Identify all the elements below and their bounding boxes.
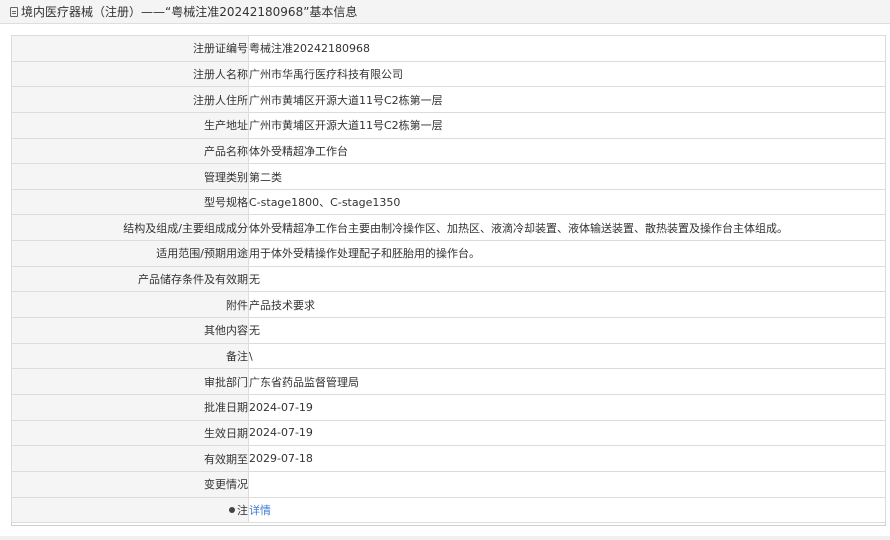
row-label: 注册人住所: [11, 86, 249, 113]
table-row: 审批部门 广东省药品监督管理局: [11, 368, 886, 395]
table-row: 附件 产品技术要求: [11, 291, 886, 319]
row-label: 附件: [11, 291, 249, 319]
row-value: 2024-07-19: [248, 393, 886, 421]
row-label: 产品名称: [11, 137, 249, 165]
row-value: [248, 470, 886, 498]
row-label: 结构及组成/主要组成成分: [11, 214, 249, 242]
row-value: 无: [248, 265, 886, 293]
row-label: 注册证编号: [11, 35, 249, 62]
row-value: 2029-07-18: [248, 445, 886, 472]
row-label: 其他内容: [11, 317, 249, 344]
table-row: 注册人名称 广州市华禹行医疗科技有限公司: [11, 60, 886, 88]
table-row: 产品名称 体外受精超净工作台: [11, 137, 886, 165]
row-value: 无: [248, 317, 886, 344]
note-label-cell: 注: [11, 496, 249, 524]
row-value: 用于体外受精操作处理配子和胚胎用的操作台。: [248, 240, 886, 267]
detail-table: 注册证编号 粤械注准20242180968 注册人名称 广州市华禹行医疗科技有限…: [11, 35, 886, 524]
row-value: 体外受精超净工作台主要由制冷操作区、加热区、液滴冷却装置、液体输送装置、散热装置…: [248, 214, 886, 242]
row-label: 审批部门: [11, 368, 249, 395]
table-row: 注册人住所 广州市黄埔区开源大道11号C2栋第一层: [11, 86, 886, 113]
row-label: 批准日期: [11, 393, 249, 421]
note-value-cell: 详情: [248, 496, 886, 524]
row-value: 广州市华禹行医疗科技有限公司: [248, 60, 886, 88]
row-label: 生产地址: [11, 111, 249, 139]
pin-icon: [229, 506, 235, 513]
page-title-text: 境内医疗器械（注册）——“粤械注准20242180968”基本信息: [21, 5, 358, 19]
row-value: 第二类: [248, 163, 886, 190]
table-row: 适用范围/预期用途 用于体外受精操作处理配子和胚胎用的操作台。: [11, 240, 886, 267]
table-row: 变更情况: [11, 470, 886, 498]
row-value: \: [248, 342, 886, 370]
table-row: 其他内容 无: [11, 317, 886, 344]
row-label: 管理类别: [11, 163, 249, 190]
note-label: 注: [237, 503, 248, 517]
row-value: 产品技术要求: [248, 291, 886, 319]
table-row: 生产地址 广州市黄埔区开源大道11号C2栋第一层: [11, 111, 886, 139]
table-row: 有效期至 2029-07-18: [11, 445, 886, 472]
details-link[interactable]: 详情: [250, 504, 272, 517]
row-label: 变更情况: [11, 470, 249, 498]
table-row: 管理类别 第二类: [11, 163, 886, 190]
detail-panel: 注册证编号 粤械注准20242180968 注册人名称 广州市华禹行医疗科技有限…: [11, 35, 886, 526]
row-label: 生效日期: [11, 419, 249, 447]
row-value: 2024-07-19: [248, 419, 886, 447]
table-row: 结构及组成/主要组成成分 体外受精超净工作台主要由制冷操作区、加热区、液滴冷却装…: [11, 214, 886, 242]
row-label: 产品储存条件及有效期: [11, 265, 249, 293]
table-row: 批准日期 2024-07-19: [11, 393, 886, 421]
bottom-strip: [0, 536, 890, 540]
note-row: 注 详情: [11, 496, 886, 524]
row-label: 注册人名称: [11, 60, 249, 88]
row-value: 广东省药品监督管理局: [248, 368, 886, 395]
document-icon: [10, 6, 18, 17]
row-value: 广州市黄埔区开源大道11号C2栋第一层: [248, 111, 886, 139]
row-value: 体外受精超净工作台: [248, 137, 886, 165]
table-row: 备注 \: [11, 342, 886, 370]
table-row: 产品储存条件及有效期 无: [11, 265, 886, 293]
row-label: 型号规格: [11, 188, 249, 216]
table-row: 生效日期 2024-07-19: [11, 419, 886, 447]
row-value: 粤械注准20242180968: [248, 35, 886, 62]
row-value: C-stage1800、C-stage1350: [248, 188, 886, 216]
row-label: 备注: [11, 342, 249, 370]
row-label: 有效期至: [11, 445, 249, 472]
row-label: 适用范围/预期用途: [11, 240, 249, 267]
page-title: 境内医疗器械（注册）——“粤械注准20242180968”基本信息: [0, 0, 890, 24]
row-value: 广州市黄埔区开源大道11号C2栋第一层: [248, 86, 886, 113]
table-row: 型号规格 C-stage1800、C-stage1350: [11, 188, 886, 216]
table-row: 注册证编号 粤械注准20242180968: [11, 35, 886, 62]
